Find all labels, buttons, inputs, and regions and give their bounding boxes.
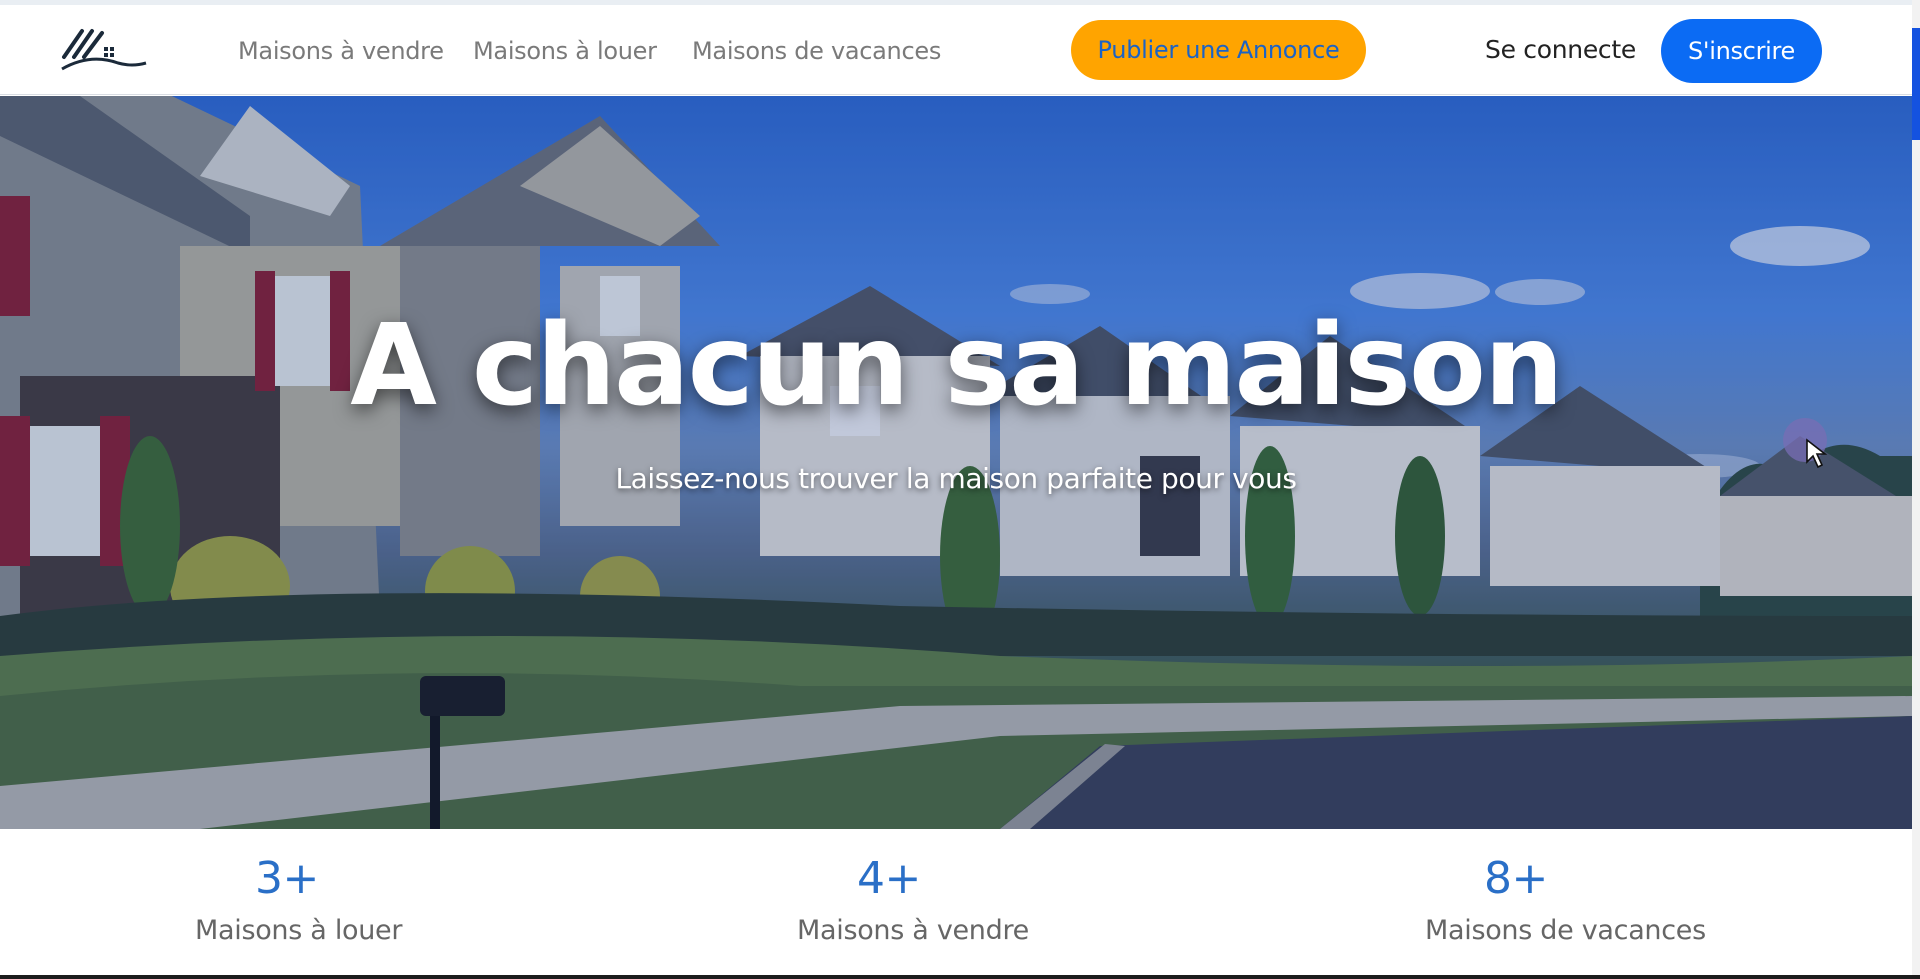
scrollbar-thumb[interactable]: [1912, 28, 1920, 140]
stat-value: 4+: [857, 853, 921, 904]
hero-title: A chacun sa maison: [350, 301, 1563, 431]
site-header: Maisons à vendre Maisons à louer Maisons…: [0, 5, 1912, 95]
stat-value: 3+: [255, 853, 319, 904]
login-link[interactable]: Se connecte: [1485, 35, 1636, 64]
publish-listing-button[interactable]: Publier une Annonce: [1071, 20, 1366, 80]
stats-section: 3+ Maisons à louer 4+ Maisons à vendre 8…: [0, 829, 1912, 979]
browser-bottom-edge: [0, 975, 1920, 979]
hero-banner: A chacun sa maison Laissez-nous trouver …: [0, 96, 1912, 829]
page-scrollbar[interactable]: [1912, 0, 1920, 979]
nav-link-maisons-a-vendre[interactable]: Maisons à vendre: [238, 37, 444, 65]
mouse-cursor-icon: [1806, 438, 1827, 469]
nav-link-maisons-a-louer[interactable]: Maisons à louer: [473, 37, 657, 65]
stat-label: Maisons à louer: [195, 915, 403, 946]
nav-link-maisons-de-vacances[interactable]: Maisons de vacances: [692, 37, 941, 65]
house-logo-icon[interactable]: [60, 27, 148, 77]
stat-label: Maisons de vacances: [1425, 915, 1706, 946]
stat-value: 8+: [1484, 853, 1548, 904]
stat-label: Maisons à vendre: [797, 915, 1029, 946]
signup-button[interactable]: S'inscrire: [1661, 19, 1822, 83]
hero-subtitle: Laissez-nous trouver la maison parfaite …: [615, 462, 1297, 495]
